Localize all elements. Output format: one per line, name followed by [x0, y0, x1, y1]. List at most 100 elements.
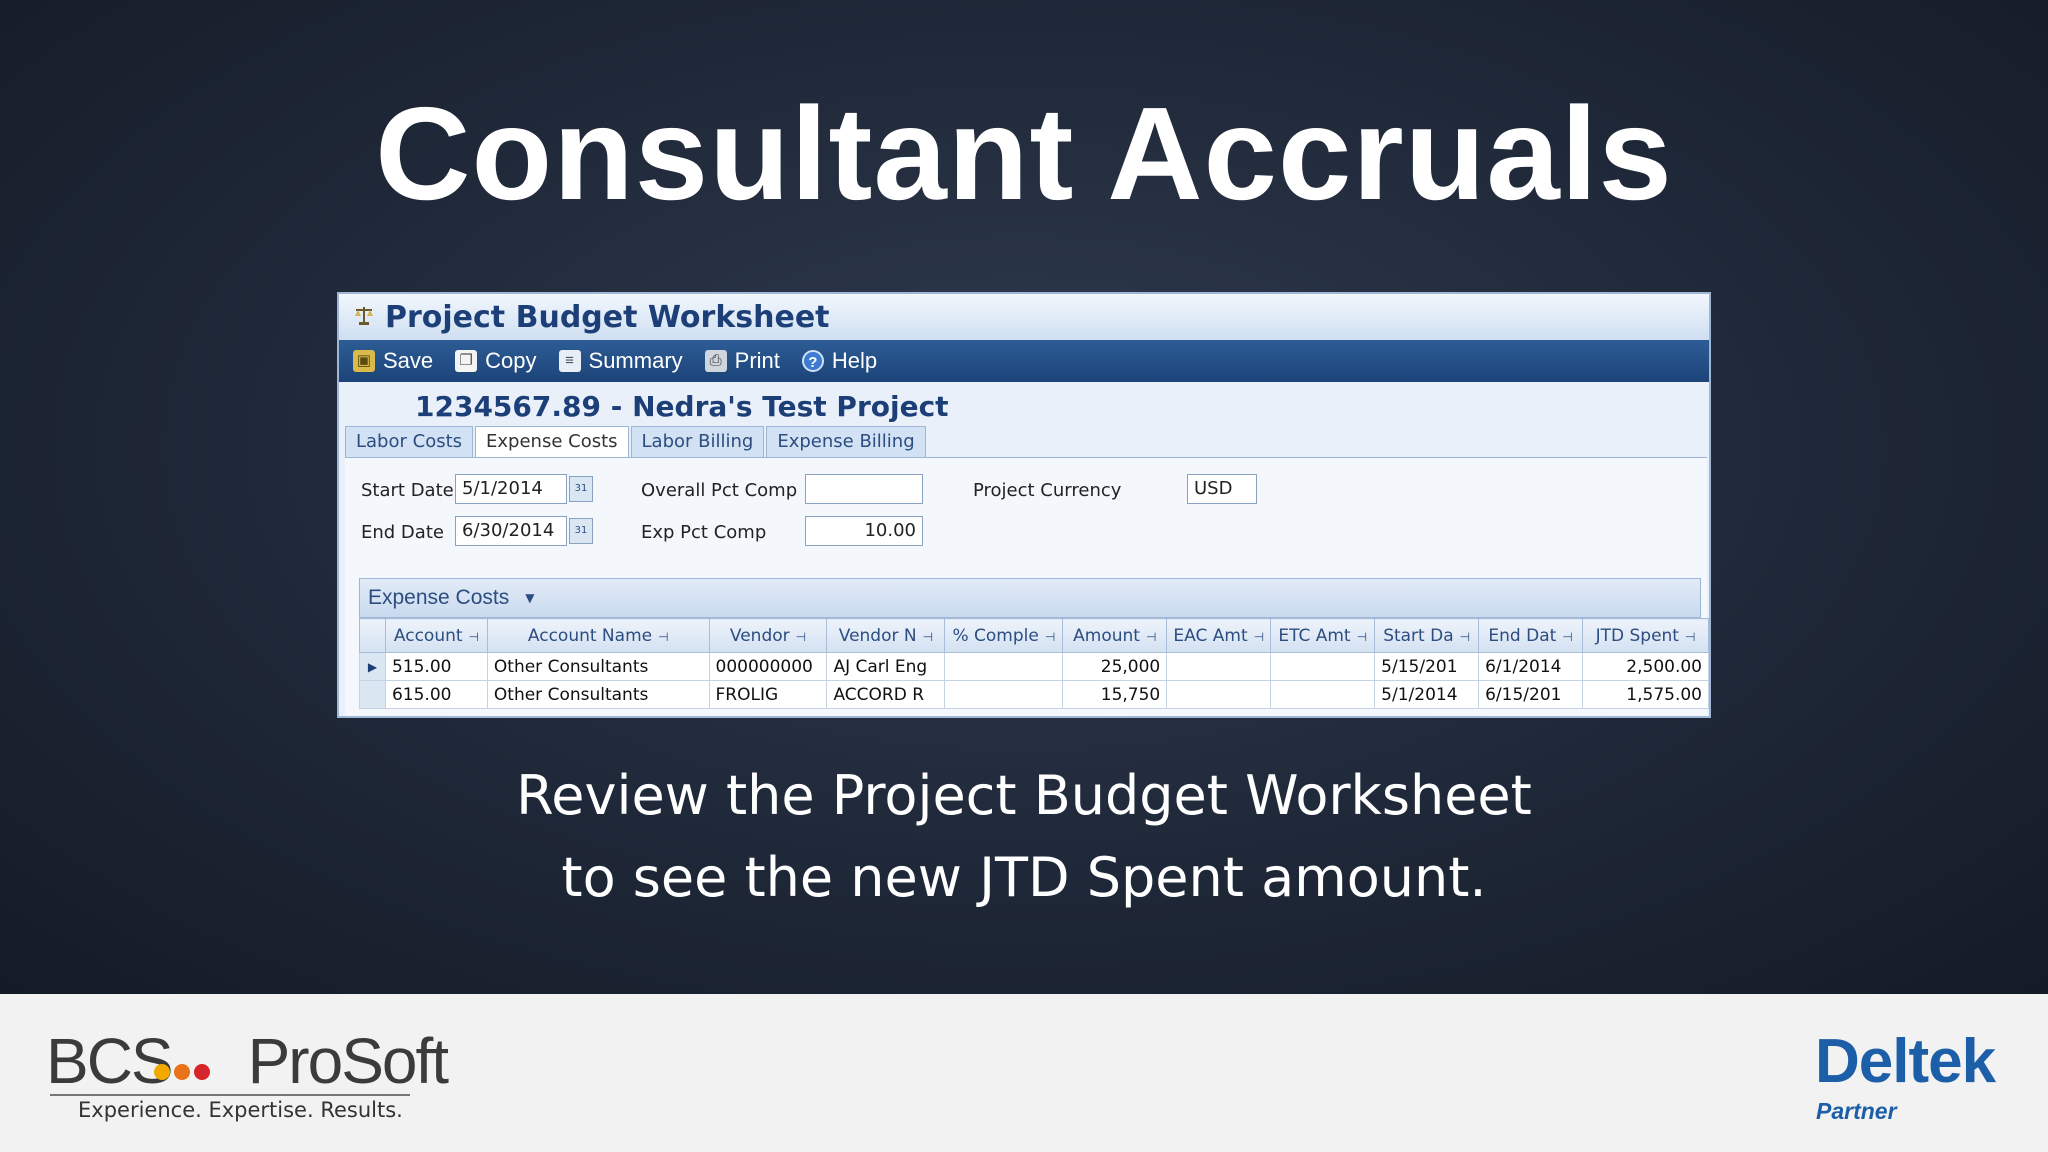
tab-labor-costs[interactable]: Labor Costs — [345, 426, 474, 458]
project-header: 1234567.89 - Nedra's Test Project — [415, 390, 949, 423]
table-cell[interactable]: FROLIG — [708, 680, 828, 709]
project-budget-window: Project Budget Worksheet ▣ Save ❐ Copy ≡… — [337, 292, 1711, 718]
print-button[interactable]: ⎙ Print — [704, 348, 780, 374]
grid-section-header[interactable]: Expense Costs ▼ — [359, 578, 1701, 618]
currency-field[interactable]: USD — [1187, 474, 1257, 504]
table-cell[interactable]: 515.00 — [384, 652, 488, 681]
table-cell[interactable]: 000000000 — [708, 652, 828, 681]
table-cell[interactable] — [944, 652, 1064, 681]
orange-dot — [174, 1064, 190, 1080]
yellow-dot — [154, 1064, 170, 1080]
end-date-calendar-icon[interactable]: 31 — [569, 518, 593, 544]
bcs-right-text: ProSoft — [247, 1025, 449, 1097]
logo-divider — [50, 1094, 410, 1096]
copy-icon: ❐ — [455, 350, 478, 372]
tab-expense-billing[interactable]: Expense Billing — [766, 426, 926, 458]
caption-line-1: Review the Project Budget Worksheet — [516, 764, 1532, 827]
row-selector — [359, 680, 386, 709]
exp-pct-label: Exp Pct Comp — [641, 522, 767, 543]
pin-icon: ⊣ — [1459, 629, 1471, 644]
exp-pct-field[interactable]: 10.00 — [805, 516, 923, 546]
column-header[interactable]: % Comple ⊣ — [944, 618, 1064, 653]
pin-icon: ⊣ — [1562, 629, 1573, 644]
table-cell[interactable]: 2,500.00 — [1582, 652, 1709, 681]
column-header[interactable]: Account Name ⊣ — [486, 618, 710, 653]
column-header[interactable]: End Dat ⊣ — [1478, 618, 1584, 653]
tab-expense-costs[interactable]: Expense Costs — [475, 426, 629, 458]
table-cell[interactable] — [1166, 652, 1272, 681]
tab-strip: Labor Costs Expense Costs Labor Billing … — [345, 426, 928, 458]
summary-button[interactable]: ≡ Summary — [558, 348, 683, 374]
column-header[interactable]: Amount ⊣ — [1062, 618, 1168, 653]
table-row[interactable]: 615.00 Other Consultants FROLIG ACCORD R… — [359, 680, 1709, 709]
bcs-left-text: BCS — [46, 1025, 174, 1097]
table-cell[interactable]: 6/15/201 — [1478, 680, 1584, 709]
help-label: Help — [831, 348, 878, 373]
bcs-tagline: Experience. Expertise. Results. — [78, 1098, 403, 1122]
table-cell[interactable]: Other Consultants — [486, 680, 710, 709]
column-header[interactable]: ETC Amt ⊣ — [1270, 618, 1376, 653]
caption-line-2: to see the new JTD Spent amount. — [561, 846, 1487, 909]
pin-icon: ⊣ — [468, 629, 479, 644]
end-date-label: End Date — [361, 522, 444, 543]
save-button[interactable]: ▣ Save — [353, 348, 433, 374]
summary-icon: ≡ — [558, 350, 581, 372]
table-cell[interactable]: 5/15/201 — [1374, 652, 1480, 681]
column-header[interactable]: Start Da ⊣ — [1374, 618, 1480, 653]
tab-labor-billing[interactable]: Labor Billing — [630, 426, 765, 458]
help-button[interactable]: ? Help — [801, 348, 878, 374]
table-cell[interactable]: 25,000 — [1062, 652, 1168, 681]
grid-header-row: Account ⊣ Account Name ⊣ Vendor ⊣ Vendor N ⊣… — [359, 618, 1709, 653]
window-titlebar: Project Budget Worksheet — [339, 294, 1709, 340]
end-date-field[interactable]: 6/30/2014 — [455, 516, 567, 546]
table-row[interactable]: ▶ 515.00 Other Consultants 000000000 AJ … — [359, 652, 1709, 681]
copy-button[interactable]: ❐ Copy — [455, 348, 537, 374]
row-selector-header — [359, 618, 386, 653]
print-icon: ⎙ — [704, 350, 727, 372]
column-header[interactable]: Vendor N ⊣ — [826, 618, 946, 653]
current-row-indicator-icon: ▶ — [359, 652, 386, 681]
summary-label: Summary — [588, 348, 683, 373]
help-icon: ? — [801, 350, 824, 372]
slide-background: Consultant Accruals Project Budget Works… — [0, 0, 2048, 994]
pin-icon: ⊣ — [1044, 629, 1056, 644]
currency-label: Project Currency — [973, 480, 1122, 501]
column-header[interactable]: JTD Spent ⊣ — [1582, 618, 1709, 653]
column-header[interactable]: Vendor ⊣ — [708, 618, 828, 653]
start-date-calendar-icon[interactable]: 31 — [569, 476, 593, 502]
start-date-label: Start Date — [361, 480, 454, 501]
deltek-wordmark: Deltek — [1815, 1027, 1996, 1096]
chevron-down-icon[interactable]: ▼ — [525, 591, 534, 605]
table-cell[interactable]: 5/1/2014 — [1374, 680, 1480, 709]
table-cell[interactable]: Other Consultants — [486, 652, 710, 681]
pin-icon: ⊣ — [1253, 629, 1265, 644]
pin-icon: ⊣ — [658, 629, 669, 644]
table-cell[interactable]: 1,575.00 — [1582, 680, 1709, 709]
logo-dots — [154, 1064, 214, 1084]
pin-icon: ⊣ — [795, 629, 807, 644]
overall-pct-label: Overall Pct Comp — [641, 480, 798, 501]
table-cell[interactable] — [1270, 652, 1376, 681]
bcs-prosoft-logo: BCS ProSoft Experience. Expertise. Result… — [46, 1024, 449, 1124]
column-header[interactable]: EAC Amt ⊣ — [1166, 618, 1272, 653]
deltek-partner-label: Partner — [1816, 1098, 1897, 1124]
start-date-field[interactable]: 5/1/2014 — [455, 474, 567, 504]
table-cell[interactable]: 615.00 — [384, 680, 488, 709]
print-label: Print — [734, 348, 780, 373]
table-cell[interactable]: 6/1/2014 — [1478, 652, 1584, 681]
scales-icon — [353, 304, 375, 330]
save-icon: ▣ — [353, 350, 375, 372]
overall-pct-field[interactable] — [805, 474, 923, 504]
table-cell[interactable] — [1270, 680, 1376, 709]
toolbar: ▣ Save ❐ Copy ≡ Summary ⎙ Print ? Help — [339, 340, 1709, 382]
table-cell[interactable] — [1166, 680, 1272, 709]
table-cell[interactable] — [944, 680, 1064, 709]
column-header[interactable]: Account ⊣ — [384, 618, 488, 653]
save-label: Save — [383, 348, 434, 373]
table-cell[interactable]: ACCORD R — [826, 680, 946, 709]
table-cell[interactable]: AJ Carl Eng — [826, 652, 946, 681]
bcs-wordmark: BCS ProSoft — [46, 1024, 449, 1098]
table-cell[interactable]: 15,750 — [1062, 680, 1168, 709]
deltek-partner-logo: Deltek Partner — [1800, 1024, 2000, 1124]
slide-title: Consultant Accruals — [375, 80, 1673, 227]
